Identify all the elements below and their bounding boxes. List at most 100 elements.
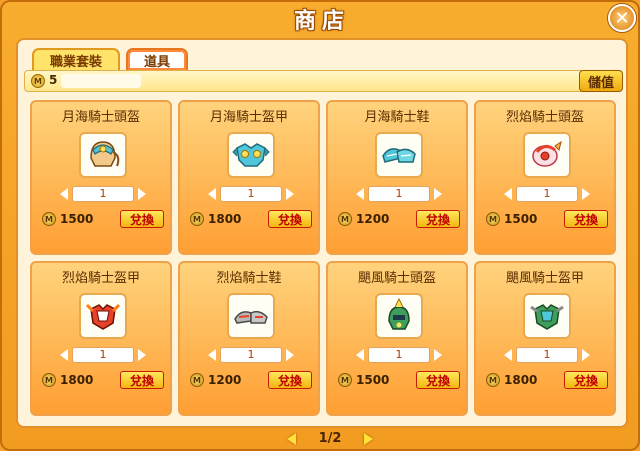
- coin-icon: M: [486, 212, 500, 226]
- boots-icon: [382, 148, 416, 163]
- item-price: 1800: [60, 373, 94, 387]
- price-row: M 1800 兌換: [190, 210, 312, 228]
- increase-quantity-button[interactable]: [582, 349, 590, 361]
- quantity-field[interactable]: 1: [72, 347, 134, 363]
- item-image: [227, 293, 275, 339]
- quantity-field[interactable]: 1: [220, 347, 282, 363]
- price-row: M 1500 兌換: [486, 210, 608, 228]
- quantity-stepper: 1: [208, 186, 294, 202]
- quantity-field[interactable]: 1: [368, 347, 430, 363]
- item-card: 颶風騎士頭盔 1 M 1500 兌換: [326, 261, 468, 416]
- coin-icon: M: [338, 212, 352, 226]
- increase-quantity-button[interactable]: [434, 349, 442, 361]
- item-card: 月海騎士盔甲 1 M 1800 兌換: [178, 100, 320, 255]
- exchange-button[interactable]: 兌換: [268, 371, 312, 389]
- item-name: 月海騎士頭盔: [61, 110, 140, 125]
- price-row: M 1500 兌換: [42, 210, 164, 228]
- currency-bar: M 5 儲值: [24, 70, 623, 92]
- exchange-button[interactable]: 兌換: [416, 210, 460, 228]
- helmet-icon: [388, 297, 410, 330]
- item-price: 1800: [504, 373, 538, 387]
- next-page-button[interactable]: [364, 433, 373, 445]
- quantity-stepper: 1: [504, 186, 590, 202]
- item-card: 烈焰騎士鞋 1 M 1200 兌換: [178, 261, 320, 416]
- increase-quantity-button[interactable]: [138, 188, 146, 200]
- increase-quantity-button[interactable]: [582, 188, 590, 200]
- item-image: [79, 293, 127, 339]
- quantity-stepper: 1: [356, 186, 442, 202]
- tab-items[interactable]: 道具: [126, 48, 189, 70]
- currency-redacted: [61, 74, 141, 88]
- quantity-field[interactable]: 1: [72, 186, 134, 202]
- shop-panel: 職業套裝 道具 M 5 儲值 月海騎士頭盔 1 M 1500 兌換 月海騎士盔甲…: [16, 38, 628, 428]
- tab-job-set[interactable]: 職業套裝: [32, 48, 121, 70]
- increase-quantity-button[interactable]: [434, 188, 442, 200]
- quantity-field[interactable]: 1: [368, 186, 430, 202]
- price-row: M 1800 兌換: [486, 371, 608, 389]
- quantity-field[interactable]: 1: [516, 347, 578, 363]
- item-price: 1500: [60, 212, 94, 226]
- item-price: 1200: [356, 212, 390, 226]
- coin-icon: M: [486, 373, 500, 387]
- coin-icon: M: [42, 212, 56, 226]
- decrease-quantity-button[interactable]: [504, 188, 512, 200]
- armor-icon: [232, 143, 270, 167]
- window-title: 商店: [293, 9, 350, 34]
- exchange-button[interactable]: 兌換: [268, 210, 312, 228]
- exchange-button[interactable]: 兌換: [416, 371, 460, 389]
- quantity-stepper: 1: [504, 347, 590, 363]
- tab-bar: 職業套裝 道具: [32, 48, 189, 70]
- decrease-quantity-button[interactable]: [208, 349, 216, 361]
- item-price: 1800: [208, 212, 242, 226]
- item-grid: 月海騎士頭盔 1 M 1500 兌換 月海騎士盔甲 1 M 1800 兌換 月海…: [30, 100, 618, 416]
- coin-icon: M: [42, 373, 56, 387]
- decrease-quantity-button[interactable]: [356, 349, 364, 361]
- pagination: 1/2: [287, 430, 373, 448]
- close-icon: ✕: [614, 7, 630, 29]
- increase-quantity-button[interactable]: [138, 349, 146, 361]
- increase-quantity-button[interactable]: [286, 188, 294, 200]
- item-name: 烈焰騎士頭盔: [505, 110, 584, 125]
- item-image: [79, 132, 127, 178]
- decrease-quantity-button[interactable]: [60, 188, 68, 200]
- exchange-button[interactable]: 兌換: [564, 210, 608, 228]
- item-card: 月海騎士鞋 1 M 1200 兌換: [326, 100, 468, 255]
- item-image: [375, 293, 423, 339]
- decrease-quantity-button[interactable]: [208, 188, 216, 200]
- deposit-button[interactable]: 儲值: [579, 70, 623, 92]
- item-name: 颶風騎士盔甲: [505, 271, 584, 286]
- item-image: [375, 132, 423, 178]
- item-name: 颶風騎士頭盔: [357, 271, 436, 286]
- coin-icon: M: [190, 373, 204, 387]
- item-card: 颶風騎士盔甲 1 M 1800 兌換: [474, 261, 616, 416]
- price-row: M 1200 兌換: [190, 371, 312, 389]
- decrease-quantity-button[interactable]: [504, 349, 512, 361]
- coin-icon: M: [338, 373, 352, 387]
- quantity-field[interactable]: 1: [220, 186, 282, 202]
- close-button[interactable]: ✕: [608, 4, 636, 32]
- item-image: [523, 293, 571, 339]
- helmet-icon: [532, 140, 562, 167]
- decrease-quantity-button[interactable]: [60, 349, 68, 361]
- item-price: 1500: [356, 373, 390, 387]
- item-name: 月海騎士鞋: [364, 110, 430, 125]
- item-price: 1500: [504, 212, 538, 226]
- item-card: 月海騎士頭盔 1 M 1500 兌換: [30, 100, 172, 255]
- quantity-field[interactable]: 1: [516, 186, 578, 202]
- currency-amount: 5: [49, 73, 58, 87]
- exchange-button[interactable]: 兌換: [564, 371, 608, 389]
- price-row: M 1800 兌換: [42, 371, 164, 389]
- decrease-quantity-button[interactable]: [356, 188, 364, 200]
- helmet-icon: [90, 141, 120, 167]
- item-name: 烈焰騎士鞋: [216, 271, 282, 286]
- price-row: M 1200 兌換: [338, 210, 460, 228]
- title-bar: 商店 ✕: [2, 2, 640, 36]
- item-price: 1200: [208, 373, 242, 387]
- item-name: 月海騎士盔甲: [209, 110, 288, 125]
- increase-quantity-button[interactable]: [286, 349, 294, 361]
- exchange-button[interactable]: 兌換: [120, 210, 164, 228]
- exchange-button[interactable]: 兌換: [120, 371, 164, 389]
- shop-window: 商店 ✕ 職業套裝 道具 M 5 儲值 月海騎士頭盔 1 M 1500 兌換 月…: [0, 0, 640, 451]
- item-image: [523, 132, 571, 178]
- page-indicator: 1/2: [318, 431, 342, 446]
